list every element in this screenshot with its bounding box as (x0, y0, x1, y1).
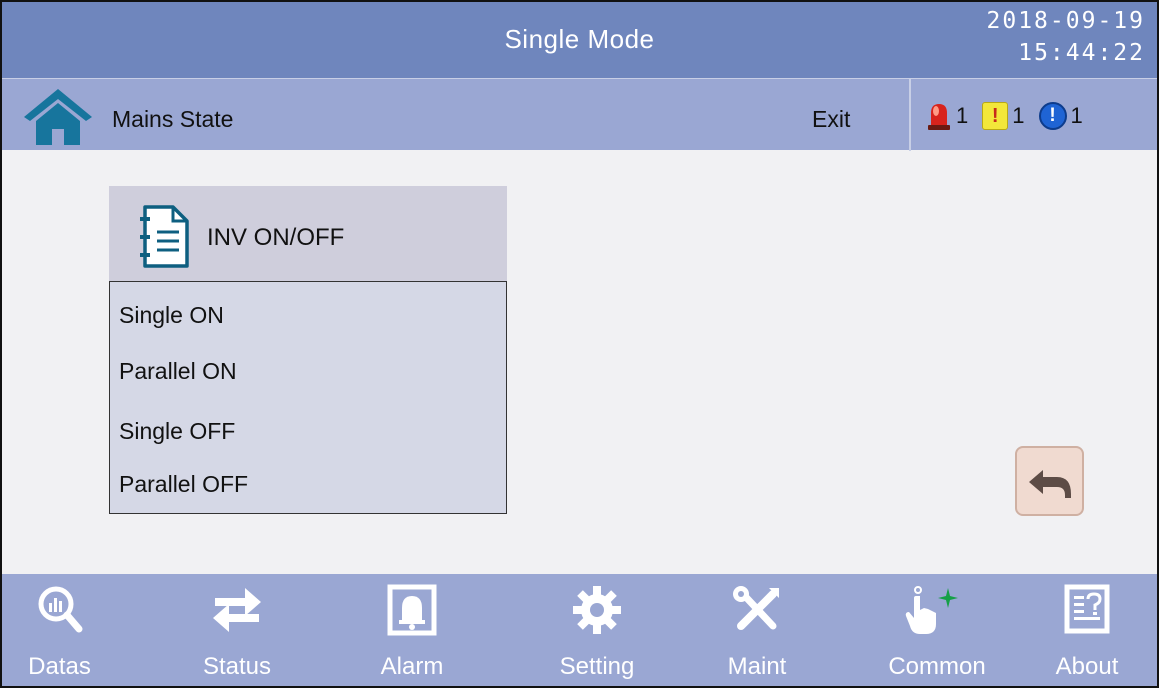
nav-status[interactable]: Status (172, 574, 302, 686)
critical-alarm-counter[interactable]: 1 (926, 101, 968, 131)
info-count: 1 (1070, 103, 1083, 128)
nav-label: Setting (559, 653, 635, 680)
nav-label: Common (888, 653, 986, 680)
bell-icon (387, 584, 437, 636)
menu-header: INV ON/OFF (109, 186, 507, 281)
nav-about[interactable]: About (1022, 574, 1152, 686)
hmi-screen: Single Mode 2018-09-19 15:44:22 Mains St… (0, 0, 1159, 688)
alarm-counters: 1 ! 1 ! 1 (926, 101, 1097, 131)
nav-datas[interactable]: Datas (2, 574, 117, 686)
menu-item-parallel-off[interactable]: Parallel OFF (119, 471, 248, 498)
menu-title: INV ON/OFF (207, 224, 345, 251)
exit-button[interactable]: Exit (812, 106, 850, 133)
gear-icon (573, 586, 621, 634)
nav-label: Alarm (380, 653, 444, 680)
warning-count: 1 (1012, 103, 1025, 128)
menu-item-single-on[interactable]: Single ON (119, 302, 224, 329)
magnifier-chart-icon (38, 586, 82, 633)
divider (909, 79, 911, 151)
back-button[interactable] (1015, 446, 1084, 516)
nav-label: Datas (28, 653, 91, 680)
info-counter[interactable]: ! 1 (1038, 102, 1083, 130)
info-icon: ! (1038, 102, 1067, 130)
title-bar: Single Mode 2018-09-19 15:44:22 (2, 2, 1157, 78)
pointer-hand-icon (905, 586, 958, 634)
critical-alarm-count: 1 (956, 103, 969, 128)
nav-label: About (1055, 653, 1119, 680)
about-document-icon (1064, 584, 1110, 634)
home-icon (24, 89, 92, 145)
nav-setting[interactable]: Setting (522, 574, 672, 686)
bottom-nav: Datas Status Alarm Setting Maint Common … (2, 574, 1157, 686)
clock-time: 15:44:22 (1018, 40, 1145, 66)
nav-alarm[interactable]: Alarm (347, 574, 477, 686)
menu-item-parallel-on[interactable]: Parallel ON (119, 358, 237, 385)
clock: 2018-09-19 15:44:22 (955, 5, 1145, 69)
menu-item-single-off[interactable]: Single OFF (119, 418, 235, 445)
home-button[interactable] (22, 83, 94, 149)
siren-icon (928, 104, 950, 130)
menu-list: Single ON Parallel ON Single OFF Paralle… (109, 281, 507, 514)
nav-maint[interactable]: Maint (692, 574, 822, 686)
warning-counter[interactable]: ! 1 (982, 102, 1025, 130)
nav-label: Status (202, 653, 272, 680)
clock-date: 2018-09-19 (986, 8, 1145, 34)
back-arrow-icon (1029, 470, 1071, 498)
sub-header: Mains State Exit 1 ! 1 ! 1 (2, 78, 1157, 151)
breadcrumb: Mains State (112, 106, 234, 132)
swap-arrows-icon (213, 588, 261, 632)
nav-label: Maint (727, 653, 787, 680)
warning-icon: ! (982, 102, 1009, 130)
document-list-icon (140, 205, 189, 268)
nav-common[interactable]: Common (862, 574, 1012, 686)
tools-icon (733, 586, 779, 630)
